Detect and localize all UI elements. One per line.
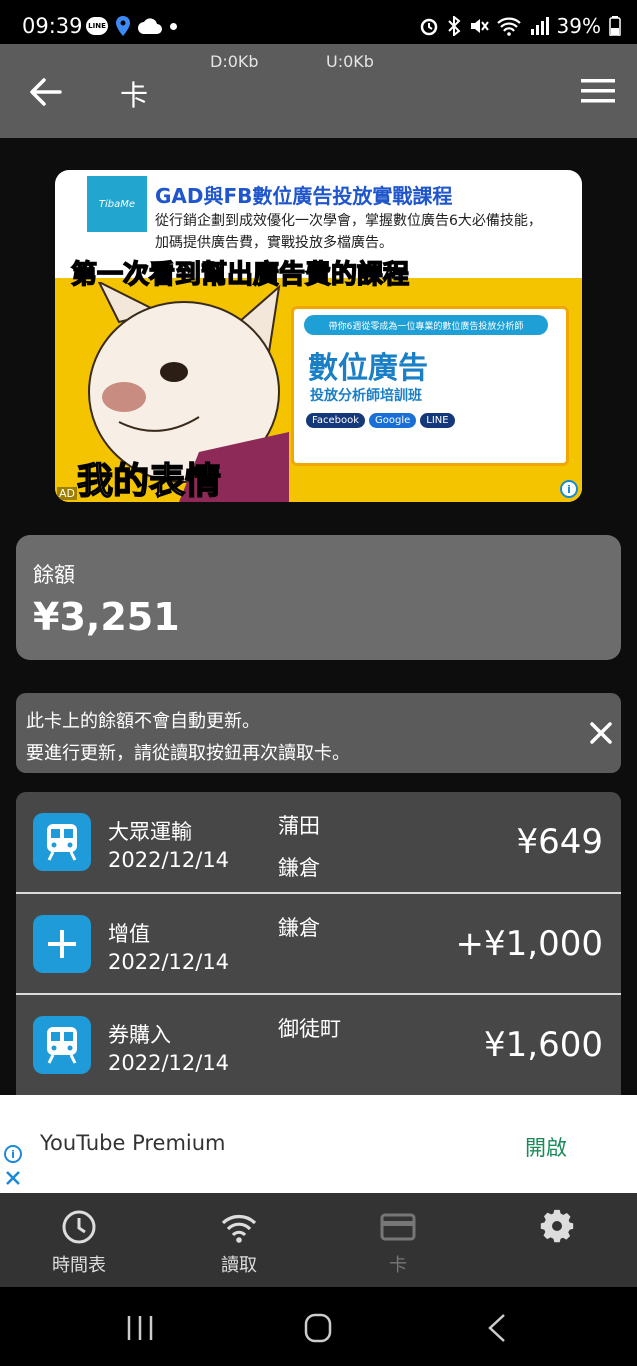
nav-item-card[interactable]: 卡: [338, 1193, 458, 1287]
more-notifications-dot: [170, 22, 177, 30]
ad-caption-bottom: 我的表情: [76, 460, 222, 502]
ad-banner-top[interactable]: TibaMe GAD與FB數位廣告投放實戰課程 從行銷企劃到成效優化一次學會，掌…: [55, 170, 582, 502]
home-icon[interactable]: [298, 1313, 338, 1343]
nav-item-read[interactable]: 讀取: [179, 1193, 299, 1287]
app-bar: D:0Kb U:0Kb 卡: [0, 44, 637, 138]
train-icon: [33, 813, 91, 871]
ad-tag: LINE: [420, 413, 455, 428]
nav-label: 卡: [389, 1255, 407, 1276]
alarm-icon: [420, 18, 437, 36]
train-icon: [33, 1016, 91, 1074]
close-icon[interactable]: [587, 719, 615, 747]
ad-description: 從行銷企劃到成效優化一次學會，掌握數位廣告6大必備技能，加碼提供廣告費，實戰投放…: [155, 213, 542, 251]
advertiser-logo: TibaMe: [87, 176, 147, 232]
transaction-type: 券購入: [108, 1023, 171, 1047]
transaction-date: 2022/12/14: [108, 848, 230, 872]
cell-signal-icon: [530, 17, 549, 35]
balance-card: 餘額 ¥3,251: [16, 535, 621, 660]
transaction-amount: ¥649: [516, 822, 603, 862]
hamburger-menu-icon[interactable]: [581, 76, 615, 106]
battery-percentage: 39%: [556, 14, 601, 38]
nav-label: 讀取: [221, 1255, 257, 1276]
transaction-row[interactable]: 增值 2022/12/14 鎌倉 +¥1,000: [16, 894, 621, 994]
transaction-amount: ¥1,600: [484, 1025, 603, 1065]
ad-course-panel: 帶你6週從零成為一位專業的數位廣告投放分析師 數位廣告 投放分析師培訓班 Fac…: [291, 306, 569, 466]
ad-close-icon[interactable]: [4, 1169, 22, 1187]
card-icon: [380, 1213, 416, 1241]
ad-image[interactable]: 第一次看到幫出廣告費的課程 帶你6週從零成為一位專業的數位廣告投放分析師 數位廣…: [55, 254, 582, 502]
ad-bottom-title[interactable]: YouTube Premium: [40, 1131, 226, 1155]
ad-title[interactable]: GAD與FB數位廣告投放實戰課程: [155, 180, 452, 209]
status-bar: 09:39 LINE 39%: [0, 0, 637, 44]
ad-panel-heading: 數位廣告: [308, 351, 428, 386]
notice-line-1: 此卡上的餘額不會自動更新。: [26, 711, 260, 732]
ad-open-button[interactable]: 開啟: [525, 1132, 567, 1162]
ad-panel-tags: Facebook Google LINE: [306, 413, 455, 428]
plus-icon: [33, 915, 91, 973]
ad-panel-subtitle: 帶你6週從零成為一位專業的數位廣告投放分析師: [304, 315, 548, 335]
ad-info-icon[interactable]: i: [4, 1145, 22, 1163]
transaction-date: 2022/12/14: [108, 1051, 230, 1075]
transaction-type: 增值: [108, 922, 150, 946]
ad-tag: Google: [369, 413, 417, 428]
transaction-entry-station: 御徒町: [278, 1017, 341, 1041]
transaction-exit-station: 鎌倉: [278, 856, 320, 880]
balance-label: 餘額: [33, 563, 75, 587]
location-icon: [116, 16, 130, 36]
transaction-entry-station: 鎌倉: [278, 916, 320, 940]
cloud-icon: [138, 18, 162, 34]
transaction-row[interactable]: 大眾運輸 2022/12/14 蒲田 鎌倉 ¥649: [16, 792, 621, 892]
transaction-date: 2022/12/14: [108, 950, 230, 974]
line-app-icon: LINE: [86, 17, 108, 35]
ad-label: AD: [57, 487, 77, 500]
notice-line-2: 要進行更新，請從讀取按鈕再次讀取卡。: [26, 743, 350, 764]
wifi-icon: [221, 1215, 257, 1243]
nav-item-settings[interactable]: [497, 1193, 617, 1287]
clock-icon: [62, 1210, 96, 1244]
ad-panel-line: 投放分析師培訓班: [310, 388, 422, 404]
balance-notice: 此卡上的餘額不會自動更新。 要進行更新，請從讀取按鈕再次讀取卡。: [16, 693, 621, 773]
upload-speed: U:0Kb: [326, 52, 374, 71]
back-arrow-icon[interactable]: [26, 74, 66, 110]
transaction-entry-station: 蒲田: [278, 814, 320, 838]
gear-icon: [540, 1209, 574, 1243]
status-time: 09:39: [22, 14, 83, 38]
ad-tag: Facebook: [306, 413, 365, 428]
recent-apps-icon[interactable]: [120, 1313, 160, 1343]
system-navigation-bar: [0, 1287, 637, 1366]
bottom-navigation: 時間表 讀取 卡: [0, 1193, 637, 1287]
transaction-row[interactable]: 券購入 2022/12/14 御徒町 ¥1,600: [16, 995, 621, 1095]
ad-banner-bottom[interactable]: YouTube Premium 開啟 i: [0, 1095, 637, 1193]
nav-label: 時間表: [52, 1255, 106, 1276]
transaction-type: 大眾運輸: [108, 820, 192, 844]
bluetooth-icon: [447, 16, 461, 36]
mute-icon: [470, 19, 489, 33]
battery-icon: [609, 16, 621, 36]
balance-value: ¥3,251: [33, 595, 180, 639]
transaction-amount: +¥1,000: [455, 924, 603, 964]
page-title: 卡: [120, 79, 149, 112]
ad-caption-top: 第一次看到幫出廣告費的課程: [70, 259, 410, 291]
nav-item-timetable[interactable]: 時間表: [19, 1193, 139, 1287]
status-system-icons: 39%: [419, 14, 621, 38]
system-back-icon[interactable]: [478, 1313, 518, 1343]
status-notification-icons: LINE: [86, 16, 177, 36]
wifi-signal-icon: [496, 17, 521, 36]
download-speed: D:0Kb: [210, 52, 259, 71]
ad-info-icon[interactable]: i: [560, 480, 578, 498]
